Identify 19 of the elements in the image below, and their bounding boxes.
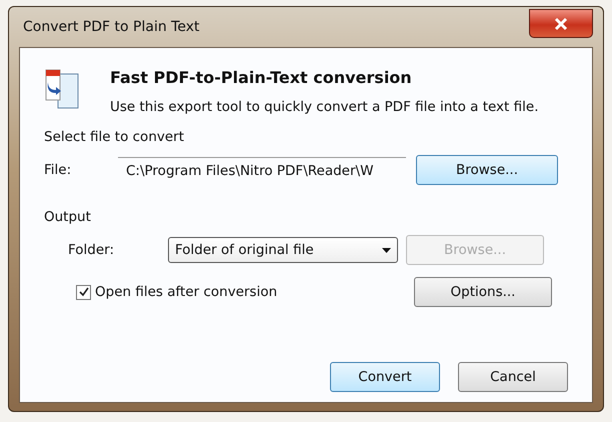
dialog-description: Use this export tool to quickly convert a PDF file into a text file.: [110, 99, 538, 115]
checkbox-label: Open files after conversion: [95, 284, 278, 300]
dialog-heading: Fast PDF-to-Plain-Text conversion: [110, 68, 413, 87]
section-label: Select file to convert: [44, 129, 186, 145]
file-label: File:: [44, 162, 72, 178]
close-button[interactable]: [529, 9, 593, 38]
close-icon: [554, 16, 568, 30]
dropdown-arrow-icon: [382, 248, 391, 252]
checkmark-icon: [78, 287, 88, 297]
folder-label: Folder:: [68, 242, 116, 258]
file-path-field[interactable]: C:\Program Files\Nitro PDF\Reader\W: [118, 157, 406, 183]
section-label: Output: [44, 209, 92, 225]
browse-button[interactable]: Browse...: [416, 155, 558, 185]
dialog-button[interactable]: Cancel: [458, 362, 568, 392]
options-button[interactable]: Options...: [414, 277, 552, 307]
window-title: Convert PDF to Plain Text: [22, 19, 200, 35]
checkbox[interactable]: [76, 284, 91, 300]
folder-dropdown[interactable]: Folder of original file: [168, 237, 398, 263]
dialog-button[interactable]: Convert: [330, 362, 440, 392]
